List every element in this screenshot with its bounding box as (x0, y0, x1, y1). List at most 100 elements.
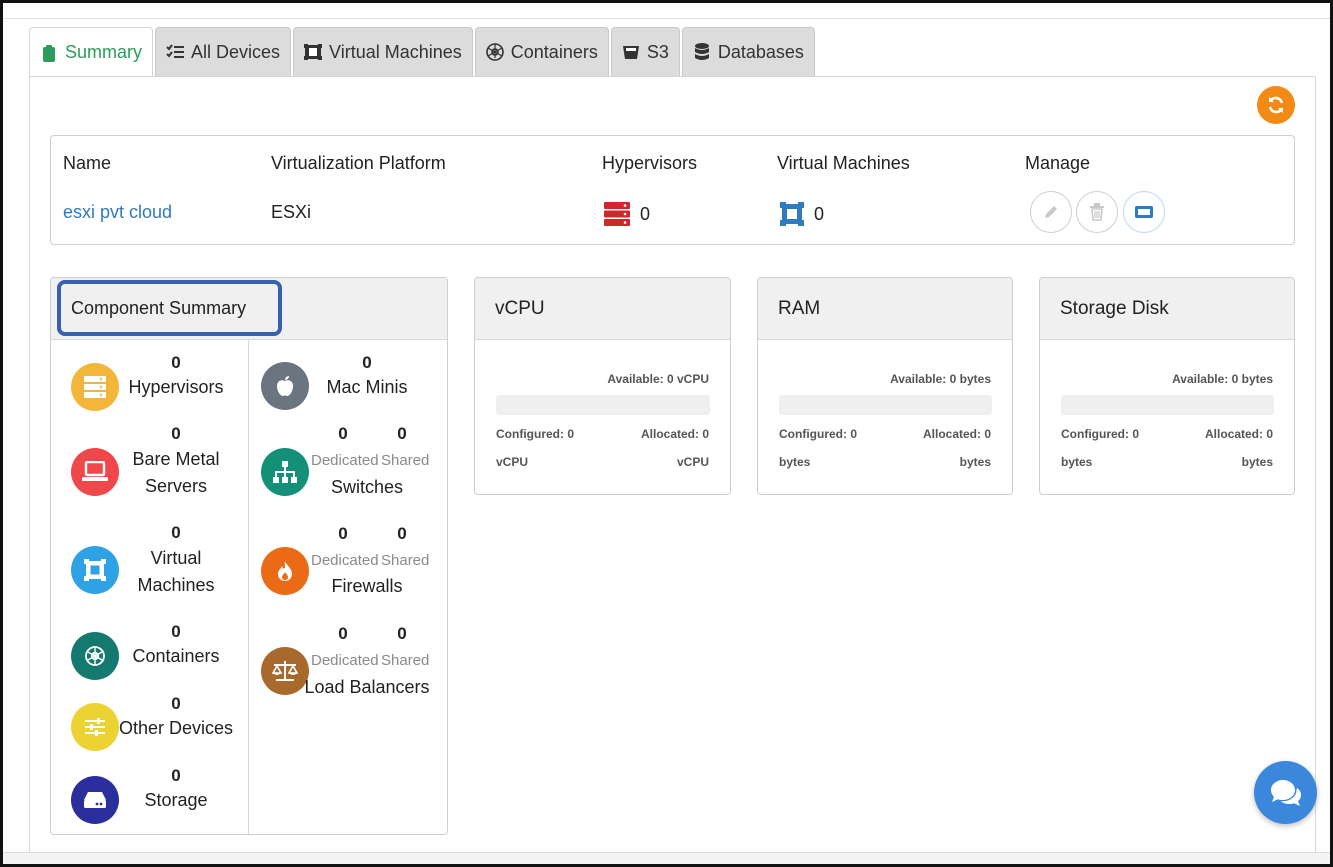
helm-icon (85, 646, 105, 666)
clipboard-icon (40, 44, 58, 62)
tab-label: Containers (510, 41, 598, 62)
firewalls-label: Firewalls (331, 576, 403, 596)
firewalls-component-icon (261, 547, 309, 595)
virtual-machines-count: 0 (814, 203, 825, 224)
chat-button[interactable] (1254, 761, 1317, 824)
apple-icon (277, 376, 293, 396)
chat-icon (1270, 779, 1301, 806)
column-header-platform: Virtualization Platform (271, 153, 446, 173)
laptop-icon (82, 461, 108, 481)
cloud-summary-table: Name Virtualization Platform Hypervisors… (50, 135, 1295, 245)
storage-count: 0 (171, 766, 181, 785)
vcpu-card: vCPU Available: 0 vCPU Configured: 0 All… (474, 277, 731, 495)
load-balancers-label: Load Balancers (304, 677, 430, 697)
platform-value: ESXi (271, 202, 312, 222)
mac-minis-count: 0 (362, 353, 372, 372)
tab-label: All Devices (191, 41, 281, 62)
load-balancers-shared-count: 0 (397, 624, 407, 643)
switches-shared-label: Shared (381, 452, 430, 469)
tab-all-devices[interactable]: All Devices (155, 27, 292, 76)
vcpu-configured-unit: vCPU (496, 455, 529, 469)
component-summary-title: Component Summary (57, 280, 282, 336)
fire-icon (278, 561, 292, 581)
balance-icon (272, 661, 298, 681)
ticket-icon (1135, 206, 1153, 218)
tab-containers[interactable]: Containers (474, 27, 609, 76)
storage-configured: Configured: 0 (1061, 427, 1139, 441)
other-devices-label: Other Devices (118, 718, 234, 738)
hypervisors-component-icon (71, 363, 119, 411)
ram-configured: Configured: 0 (779, 427, 857, 441)
list-check-icon (166, 43, 185, 61)
storage-disk-card-title: Storage Disk (1040, 278, 1294, 340)
vm-icon (84, 559, 106, 581)
platform-cell: ESXi (271, 202, 311, 223)
server-icon (84, 376, 106, 398)
ram-usage-bar (779, 395, 992, 415)
sliders-icon (85, 718, 105, 736)
edit-button[interactable] (1030, 191, 1072, 233)
refresh-button[interactable] (1257, 86, 1295, 124)
virtual-machines-component-icon (71, 546, 119, 594)
hypervisors-cell: 0 (604, 202, 650, 226)
tab-virtual-machines[interactable]: Virtual Machines (293, 27, 473, 76)
vcpu-configured: Configured: 0 (496, 427, 574, 441)
tab-label: Summary (65, 42, 143, 62)
ram-allocated-unit: bytes (959, 455, 991, 469)
storage-usage-bar (1061, 395, 1274, 415)
bottom-strip (3, 852, 1330, 864)
load-balancers-dedicated-count: 0 (338, 624, 348, 643)
column-header-hypervisors: Hypervisors (602, 153, 698, 173)
containers-label: Containers (132, 646, 220, 666)
firewalls-dedicated-count: 0 (338, 524, 348, 543)
console-button[interactable] (1123, 191, 1165, 233)
column-header-manage: Manage (1025, 153, 1091, 173)
storage-component-icon (71, 776, 119, 824)
switches-shared-count: 0 (397, 424, 407, 443)
vcpu-allocated: Allocated: 0 (640, 427, 709, 441)
switches-dedicated-count: 0 (338, 424, 348, 443)
ram-configured-unit: bytes (779, 455, 811, 469)
firewalls-shared-count: 0 (397, 524, 407, 543)
switches-label: Switches (330, 477, 404, 497)
tab-label: Virtual Machines (329, 41, 462, 62)
storage-allocated: Allocated: 0 (1204, 427, 1273, 441)
other-devices-count: 0 (171, 694, 181, 713)
storage-label: Storage (144, 790, 208, 810)
switches-component-icon (261, 448, 309, 496)
pencil-icon (1045, 206, 1057, 218)
vm-icon (304, 43, 323, 61)
tab-label: S3 (646, 41, 669, 62)
column-divider (248, 340, 249, 834)
virtual-machines-label: Virtual Machines (137, 548, 215, 595)
tab-bar: Summary All Devices Virtual Machines Con… (29, 27, 817, 77)
refresh-icon (1268, 96, 1284, 114)
server-icon (604, 202, 630, 226)
hypervisors-count: 0 (171, 353, 181, 372)
vcpu-card-title: vCPU (475, 278, 730, 340)
tab-summary[interactable]: Summary (29, 27, 154, 77)
tab-label: Databases (717, 41, 804, 62)
tab-s3[interactable]: S3 (610, 27, 680, 76)
trash-icon (1090, 203, 1104, 221)
vm-icon (780, 202, 804, 226)
containers-component-icon (71, 632, 119, 680)
containers-count: 0 (171, 622, 181, 641)
bare-metal-label: Bare Metal Servers (132, 449, 220, 496)
database-icon (693, 43, 711, 61)
virtual-machines-cell: 0 (780, 202, 824, 226)
firewalls-dedicated-label: Dedicated (311, 552, 379, 569)
sitemap-icon (273, 461, 297, 483)
cloud-name-cell: esxi pvt cloud (63, 202, 172, 223)
other-devices-component-icon (71, 703, 119, 751)
tab-databases[interactable]: Databases (681, 27, 815, 76)
mac-minis-component-icon (261, 362, 309, 410)
hypervisors-label: Hypervisors (128, 377, 224, 397)
load-balancers-shared-label: Shared (381, 652, 430, 669)
delete-button[interactable] (1076, 191, 1118, 233)
column-header-name: Name (63, 153, 112, 173)
cloud-name-link[interactable]: esxi pvt cloud (63, 202, 172, 223)
load-balancers-dedicated-label: Dedicated (311, 652, 379, 669)
ram-available: Available: 0 bytes (890, 372, 991, 386)
vcpu-usage-bar (496, 395, 710, 415)
